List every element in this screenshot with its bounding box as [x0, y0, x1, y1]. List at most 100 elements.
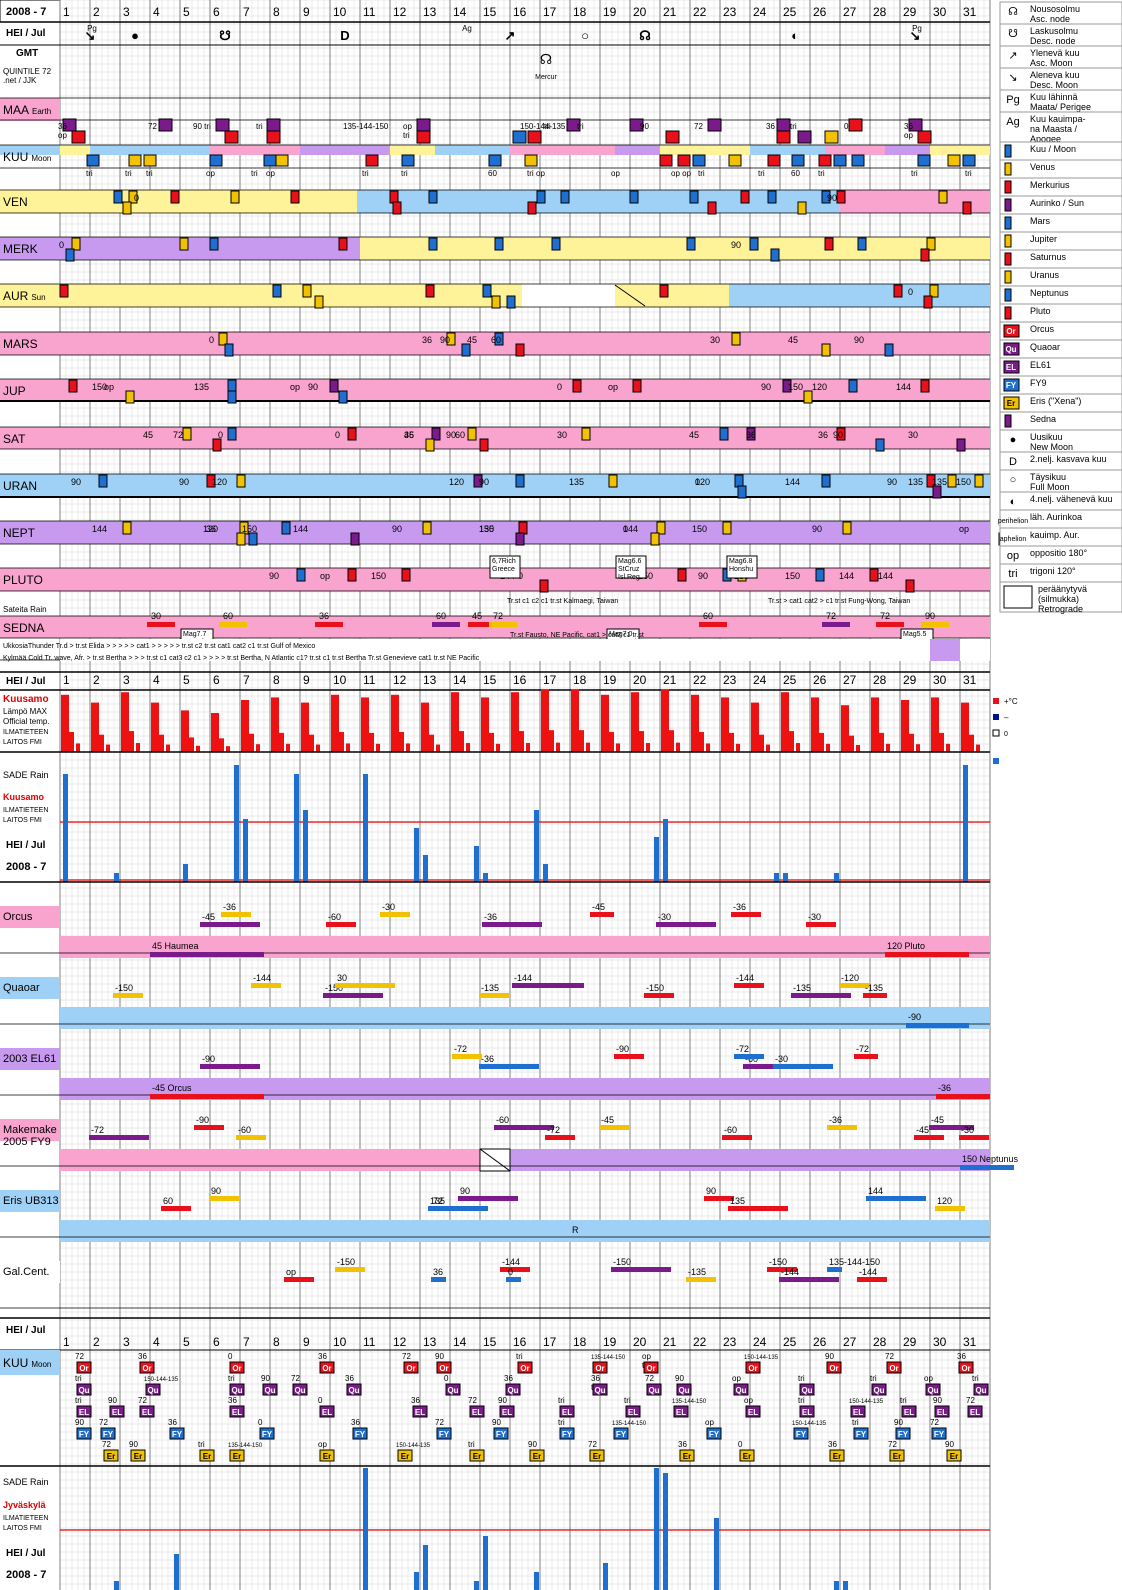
day-label-top: 23	[723, 5, 737, 19]
planet-band-sat	[60, 427, 990, 449]
dwarf-aspect-bar	[686, 1277, 716, 1282]
aspect-marker-uran	[974, 474, 984, 488]
aspect-marker-moon	[143, 154, 157, 167]
aspect-marker-ven	[836, 190, 846, 204]
day-label-top: 19	[603, 5, 617, 19]
aspect-marker-jup	[227, 390, 237, 404]
earthquake-label: Honshu	[729, 566, 753, 573]
dwarf-aspect-label: -90	[202, 1054, 215, 1064]
aspect-marker-earth	[224, 130, 239, 144]
rain-bar	[114, 873, 119, 882]
dwarf-aspect-label: -60	[328, 912, 341, 922]
temperature-bar-night	[496, 743, 500, 752]
day-label-middle: 22	[693, 673, 707, 687]
aspect-label-mars: 90	[854, 335, 864, 345]
aspect-marker-uran	[932, 485, 942, 499]
dwarf-aspect-bar	[599, 1125, 629, 1130]
dwarf-aspect-bar	[335, 1267, 365, 1272]
legend-text: Desc. node	[1030, 36, 1076, 46]
day-label-middle: 23	[723, 673, 737, 687]
moon-dwarf-aspect-label: 90	[675, 1374, 684, 1383]
moon-dwarf-aspect-label: 72	[402, 1352, 411, 1361]
temperature-bar-min	[489, 732, 494, 752]
temperature-bar-night	[316, 744, 320, 752]
moon-dwarf-aspect-label: 72	[468, 1396, 477, 1405]
sedna-aspect-label: 72	[826, 611, 836, 621]
aspect-marker-aur	[272, 284, 282, 298]
rain-bar	[63, 774, 68, 882]
moon-dwarf-aspect-label: 90	[933, 1396, 942, 1405]
day-label-bottom: 2	[93, 1335, 100, 1349]
legend-swatch	[1004, 270, 1012, 284]
aspect-marker-moon	[767, 154, 781, 167]
dwarf-note-bar	[906, 1023, 969, 1028]
aspect-marker-nept	[650, 532, 660, 546]
moon-dwarf-aspect-label: op	[705, 1418, 714, 1427]
aspect-marker-sat	[719, 427, 729, 441]
dwarf-aspect-label: op	[286, 1267, 296, 1277]
temperature-bar	[601, 694, 609, 752]
temperature-bar-night	[856, 744, 860, 752]
dwarf-aspect-label: -60	[496, 1115, 509, 1125]
aspect-label-aur: 0	[908, 287, 913, 297]
moon-dwarf-badge-text: Er	[593, 1452, 601, 1461]
temperature-bar-min	[639, 731, 644, 752]
dwarf-aspect-bar	[200, 1064, 260, 1069]
legend-text: Saturnus	[1030, 252, 1067, 262]
moon-dwarf-aspect-label: 0	[444, 1374, 449, 1383]
legend-text: oppositio 180°	[1030, 548, 1088, 558]
temperature-bar	[511, 692, 519, 752]
legend-text: Ylenevä kuu	[1030, 48, 1080, 58]
dwarf-note-bar	[150, 1094, 264, 1099]
temp-legend-label: 0	[1004, 731, 1008, 738]
temperature-bar-min	[369, 732, 374, 752]
legend-badge-text: EL	[1006, 363, 1016, 372]
aspect-marker-jup	[125, 390, 135, 404]
aspect-label-jup: op	[104, 382, 114, 392]
moon-dwarf-badge-text: FY	[439, 1430, 450, 1439]
moon-event-label: Ag	[462, 24, 472, 33]
planet-band-mars	[60, 332, 990, 355]
dwarf-note-label: R	[572, 1225, 579, 1235]
temperature-bar-night	[136, 743, 140, 752]
rain-bar	[414, 828, 419, 882]
moon-aspect-label: 90 tri	[193, 122, 211, 131]
aspect-marker-aur	[314, 295, 324, 309]
day-label-top: 28	[873, 5, 887, 19]
dwarf-note-label: 120 Pluto	[887, 941, 925, 951]
moon-aspect-label: tri	[544, 122, 551, 131]
dwarf-aspect-label: -144	[514, 973, 532, 983]
rain-bar	[363, 1468, 368, 1590]
dwarf-aspect-bar	[431, 1277, 446, 1282]
aspect-marker-merk	[71, 237, 81, 251]
moon-dwarf-aspect-label: 90	[108, 1396, 117, 1405]
temperature-bar-night	[406, 743, 410, 752]
day-label-middle: 7	[243, 673, 250, 687]
aspect-marker-ven	[230, 190, 240, 204]
day-label-bottom: 28	[873, 1335, 887, 1349]
day-label-bottom: 9	[303, 1335, 310, 1349]
dwarf-aspect-bar	[512, 983, 584, 988]
aspect-label-mars: 90	[440, 335, 450, 345]
row-label-mars: MARS	[3, 337, 38, 351]
aspect-label-uran: 90	[479, 477, 489, 487]
moon-aspect-label: tri	[758, 169, 765, 178]
planet-band-kuu	[210, 145, 300, 155]
legend-text: Neptunus	[1030, 288, 1069, 298]
dwarf-note-bar	[936, 1094, 990, 1099]
moon-phase-symbol: ↗	[505, 28, 516, 43]
rain-label: SADE Rain	[3, 1477, 49, 1487]
rain-bar	[474, 846, 479, 882]
astro-chart: 2008 - 7 1 2 3 4 5 6 7 8 9 10 11 12 13 14 15 16 17 18 19 20 2…	[0, 0, 1122, 1590]
dwarf-aspect-bar	[590, 912, 614, 917]
aspect-marker-jup	[68, 379, 78, 393]
moon-dwarf-badge-text: Or	[79, 1364, 88, 1373]
dwarf-aspect-label: -45	[601, 1115, 614, 1125]
moon-phase-symbol: ☋	[219, 28, 231, 43]
moon-dwarf-badge-text: Er	[950, 1452, 958, 1461]
sedna-aspect-bar	[921, 622, 949, 627]
day-label-bottom: 26	[813, 1335, 827, 1349]
aspect-marker-earth	[512, 130, 527, 144]
legend-symbol: Ag	[1006, 116, 1019, 128]
moon-dwarf-aspect-label: 36	[168, 1418, 177, 1427]
